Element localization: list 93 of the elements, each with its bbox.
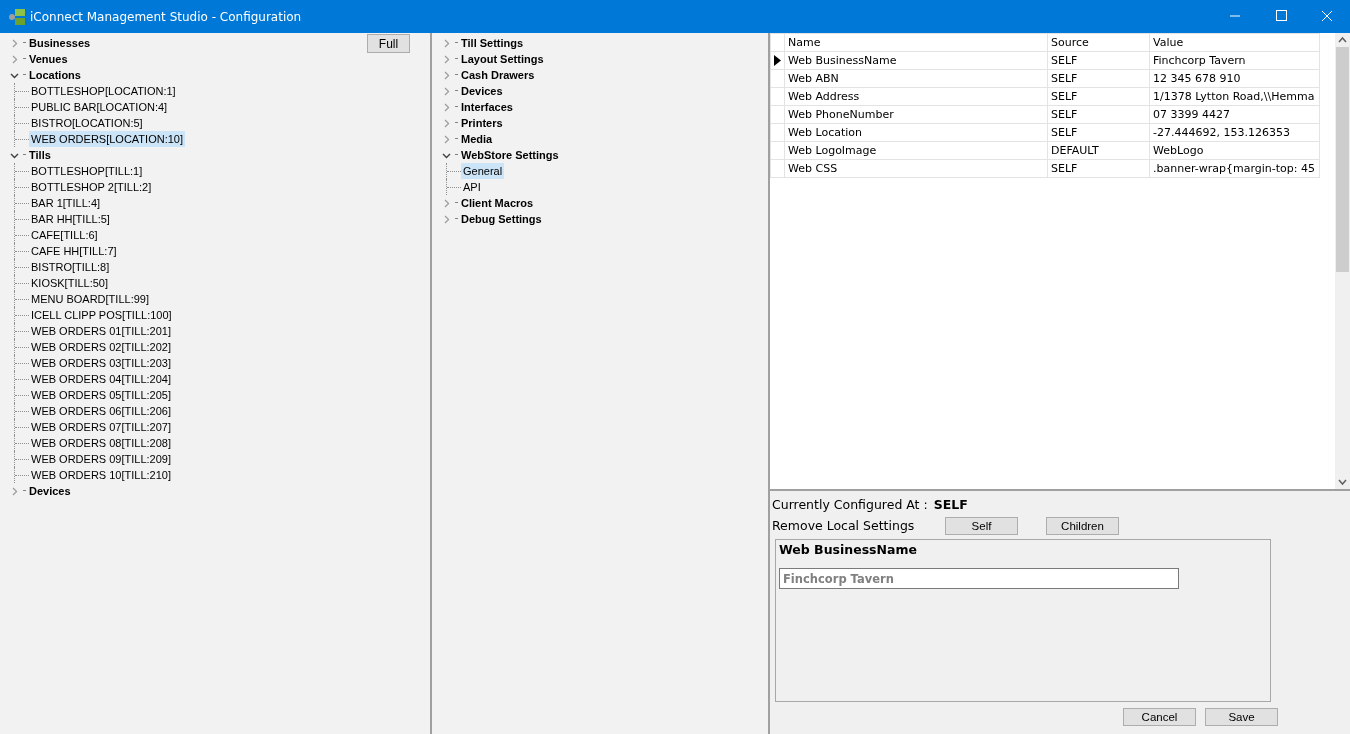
tree-item[interactable]: MENU BOARD[TILL:99] xyxy=(29,291,151,307)
tree-item[interactable]: BISTRO[LOCATION:5] xyxy=(29,115,145,131)
row-header xyxy=(770,33,785,52)
table-cell: Web ABN xyxy=(784,69,1048,88)
tree-node[interactable]: Businesses xyxy=(27,35,93,51)
chevron-right-icon[interactable] xyxy=(442,214,451,224)
scrollbar[interactable] xyxy=(1335,33,1350,489)
table-cell: Web CSS xyxy=(784,159,1048,178)
table-cell: 07 3399 4427 xyxy=(1149,105,1320,124)
tree-item[interactable]: WEB ORDERS 09[TILL:209] xyxy=(29,451,173,467)
table-cell: 12 345 678 910 xyxy=(1149,69,1320,88)
table-cell: Web BusinessName xyxy=(784,51,1048,70)
tree-item[interactable]: WEB ORDERS 01[TILL:201] xyxy=(29,323,173,339)
table-cell: Web Location xyxy=(784,123,1048,142)
tree-item[interactable]: BOTTLESHOP 2[TILL:2] xyxy=(29,179,154,195)
tree-item[interactable]: WEB ORDERS 07[TILL:207] xyxy=(29,419,173,435)
table-cell: Web PhoneNumber xyxy=(784,105,1048,124)
chevron-right-icon[interactable] xyxy=(442,54,451,64)
column-header[interactable]: Source xyxy=(1047,33,1150,52)
chevron-right-icon[interactable] xyxy=(442,198,451,208)
chevron-right-icon[interactable] xyxy=(442,102,451,112)
table-cell: WebLogo xyxy=(1149,141,1320,160)
full-button[interactable]: Full xyxy=(367,34,410,53)
save-button[interactable]: Save xyxy=(1205,708,1278,726)
tree-node[interactable]: WebStore Settings xyxy=(459,147,561,163)
tree-node[interactable]: Printers xyxy=(459,115,505,131)
chevron-right-icon[interactable] xyxy=(442,118,451,128)
tree-item[interactable]: CAFE[TILL:6] xyxy=(29,227,100,243)
table-cell: SELF xyxy=(1047,159,1150,178)
tree-item[interactable]: WEB ORDERS 03[TILL:203] xyxy=(29,355,173,371)
chevron-right-icon[interactable] xyxy=(442,38,451,48)
row-header[interactable] xyxy=(770,51,785,70)
tree-node[interactable]: Devices xyxy=(27,483,73,499)
tree-item[interactable]: PUBLIC BAR[LOCATION:4] xyxy=(29,99,170,115)
tree-item[interactable]: API xyxy=(461,179,483,195)
tree-item[interactable]: BOTTLESHOP[LOCATION:1] xyxy=(29,83,178,99)
tree-item[interactable]: WEB ORDERS 04[TILL:204] xyxy=(29,371,173,387)
tree-item[interactable]: WEB ORDERS[LOCATION:10] xyxy=(29,131,185,147)
configured-label: Currently Configured At : xyxy=(772,497,928,512)
table-cell: -27.444692, 153.126353 xyxy=(1149,123,1320,142)
app-icon xyxy=(8,7,26,26)
tree-item[interactable]: BAR 1[TILL:4] xyxy=(29,195,103,211)
chevron-right-icon[interactable] xyxy=(10,38,19,48)
chevron-right-icon[interactable] xyxy=(442,70,451,80)
tree-node[interactable]: Devices xyxy=(459,83,505,99)
table-cell: Web Address xyxy=(784,87,1048,106)
chevron-right-icon[interactable] xyxy=(10,486,19,496)
tree-item[interactable]: BAR HH[TILL:5] xyxy=(29,211,112,227)
table-cell: 1/1378 Lytton Road,\\Hemma xyxy=(1149,87,1320,106)
chevron-right-icon[interactable] xyxy=(442,134,451,144)
tree-node[interactable]: Venues xyxy=(27,51,70,67)
table-cell: SELF xyxy=(1047,51,1150,70)
tree-node[interactable]: Media xyxy=(459,131,495,147)
table-cell: SELF xyxy=(1047,105,1150,124)
cancel-button[interactable]: Cancel xyxy=(1123,708,1196,726)
tree-item[interactable]: CAFE HH[TILL:7] xyxy=(29,243,119,259)
remove-local-settings-label: Remove Local Settings xyxy=(772,518,916,533)
tree-item[interactable]: General xyxy=(461,163,505,179)
tree-node[interactable]: Interfaces xyxy=(459,99,515,115)
chevron-right-icon[interactable] xyxy=(10,54,19,64)
remove-settings-button[interactable]: Children xyxy=(1046,516,1119,535)
tree-item[interactable]: BOTTLESHOP[TILL:1] xyxy=(29,163,145,179)
configured-value: SELF xyxy=(933,497,968,512)
tree-item[interactable]: KIOSK[TILL:50] xyxy=(29,275,111,291)
table-cell: SELF xyxy=(1047,123,1150,142)
tree-item[interactable]: ICELL CLIPP POS[TILL:100] xyxy=(29,307,174,323)
column-header[interactable]: Name xyxy=(784,33,1048,52)
tree-item[interactable]: BISTRO[TILL:8] xyxy=(29,259,112,275)
table-cell: .banner-wrap{margin-top: 45 xyxy=(1149,159,1320,178)
tree-item[interactable]: WEB ORDERS 06[TILL:206] xyxy=(29,403,173,419)
tree-item[interactable]: WEB ORDERS 08[TILL:208] xyxy=(29,435,173,451)
column-header[interactable]: Value xyxy=(1149,33,1320,52)
setting-title: Web BusinessName xyxy=(779,542,918,559)
tree-node[interactable]: Client Macros xyxy=(459,195,536,211)
scroll-thumb[interactable] xyxy=(1336,47,1349,272)
current-row-icon xyxy=(774,55,781,66)
tree-item[interactable]: WEB ORDERS 02[TILL:202] xyxy=(29,339,173,355)
table-cell: Web LogoImage xyxy=(784,141,1048,160)
remove-settings-button[interactable]: Self xyxy=(945,516,1018,535)
tree-node[interactable]: Till Settings xyxy=(459,35,526,51)
tree-node[interactable]: Tills xyxy=(27,147,53,163)
tree-node[interactable]: Layout Settings xyxy=(459,51,546,67)
tree-item[interactable]: WEB ORDERS 05[TILL:205] xyxy=(29,387,173,403)
tree-item[interactable]: WEB ORDERS 10[TILL:210] xyxy=(29,467,173,483)
table-cell: SELF xyxy=(1047,69,1150,88)
window-title: iConnect Management Studio - Configuration xyxy=(30,9,303,24)
tree-node[interactable]: Locations xyxy=(27,67,83,83)
table-cell: Finchcorp Tavern xyxy=(1149,51,1320,70)
table-cell: SELF xyxy=(1047,87,1150,106)
tree-node[interactable]: Cash Drawers xyxy=(459,67,537,83)
table-cell: DEFAULT xyxy=(1047,141,1150,160)
tree-node[interactable]: Debug Settings xyxy=(459,211,544,227)
chevron-right-icon[interactable] xyxy=(442,86,451,96)
